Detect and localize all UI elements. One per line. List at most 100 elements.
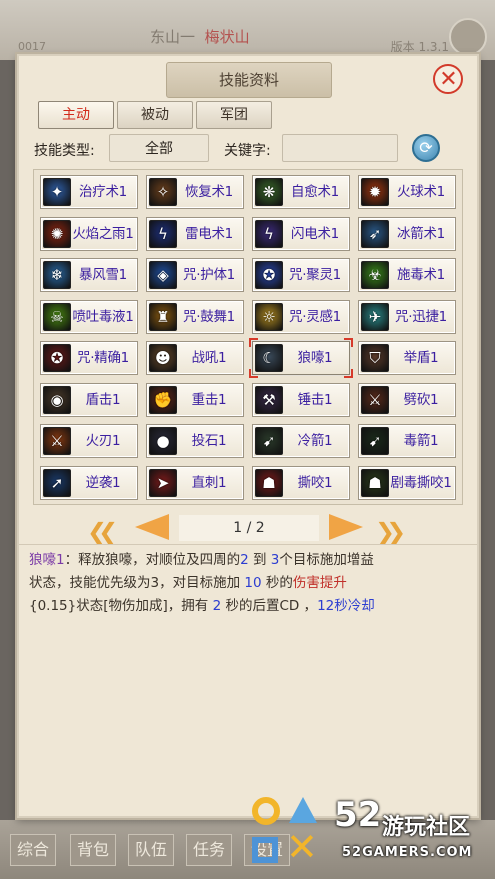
skill-cell[interactable]: ✺ 火焰之雨1 bbox=[40, 216, 138, 251]
shield-curse-icon: ◈ bbox=[149, 261, 177, 289]
version-text: 版本 1.3.1 bbox=[390, 40, 449, 54]
fire-rain-icon: ✺ bbox=[43, 219, 71, 248]
tab-legion-skills[interactable]: 军团 bbox=[196, 101, 272, 129]
fireball-icon: ✹ bbox=[361, 178, 389, 206]
skill-cell[interactable]: ϟ 闪电术1 bbox=[252, 216, 350, 251]
watermark-cross-icon: ✕ bbox=[286, 825, 318, 869]
skill-cell[interactable]: ☠ 喷吐毒液1 bbox=[40, 299, 138, 334]
skill-type-select[interactable]: 全部 bbox=[109, 134, 209, 162]
tab-active-skills[interactable]: 主动 bbox=[38, 101, 114, 129]
tab-passive-skills[interactable]: 被动 bbox=[117, 101, 193, 129]
desc-text: {0.15}状态[物伤加成]，拥有 bbox=[29, 598, 213, 614]
bottom-tab-overview[interactable]: 综合 bbox=[10, 834, 56, 866]
selection-corner bbox=[249, 369, 258, 378]
hammer-icon: ⚒ bbox=[255, 385, 283, 414]
ice-arrow-icon: ➶ bbox=[361, 219, 389, 248]
skill-cell[interactable]: ☼ 咒·灵感1 bbox=[252, 299, 350, 334]
skill-info-panel: 技能资料 ✕ 主动 被动 军团 技能类型: 全部 关键字: ⟳ ✦ 治疗术1 ✧ 恢复… bbox=[17, 54, 479, 818]
skill-cell[interactable]: ϟ 雷电术1 bbox=[146, 216, 244, 251]
toxic-bite-icon: ☗ bbox=[361, 468, 389, 497]
skill-cell[interactable]: ☾ 狼嚎1 bbox=[249, 338, 353, 378]
map-subname: 梅状山 bbox=[204, 28, 250, 46]
last-page-icon[interactable]: ❯❯ bbox=[375, 518, 406, 546]
skill-cell[interactable]: ✹ 火球术1 bbox=[358, 175, 456, 209]
skill-cell[interactable]: ✧ 恢复术1 bbox=[146, 175, 244, 209]
skill-cell[interactable]: ◉ 盾击1 bbox=[40, 382, 138, 417]
watermark-name: 游玩社区 bbox=[382, 815, 471, 840]
selection-corner bbox=[249, 338, 258, 347]
next-page-icon[interactable] bbox=[329, 514, 363, 540]
bottom-tab-bag[interactable]: 背包 bbox=[70, 834, 116, 866]
description-line-2: 状态，技能优先级为3，对目标施加 10 秒的伤害提升 bbox=[29, 572, 467, 595]
refresh-icon[interactable]: ⟳ bbox=[412, 134, 440, 162]
skill-cell[interactable]: ☗ 剧毒撕咬1 bbox=[358, 465, 456, 500]
skill-cell[interactable]: ✊ 重击1 bbox=[146, 382, 244, 417]
selection-corner bbox=[344, 369, 353, 378]
desc-effect: 伤害提升 bbox=[292, 575, 347, 591]
skill-cell[interactable]: ⚔ 劈砍1 bbox=[358, 382, 456, 417]
skill-cell[interactable]: ⚔ 火刃1 bbox=[40, 424, 138, 458]
bottom-tab-quest[interactable]: 任务 bbox=[186, 834, 232, 866]
desc-value: 2 bbox=[212, 598, 222, 614]
skill-cell[interactable]: ✈ 咒·迅捷1 bbox=[358, 299, 456, 334]
inspiration-icon: ☼ bbox=[255, 302, 283, 331]
watermark-circle-icon bbox=[252, 797, 280, 825]
skill-cell[interactable]: ☗ 撕咬1 bbox=[252, 465, 350, 500]
watermark-site: 52GAMERS.COM bbox=[342, 845, 473, 860]
desc-value: 2 bbox=[240, 552, 249, 568]
bottom-tab-team[interactable]: 队伍 bbox=[128, 834, 174, 866]
skill-cell[interactable]: ☻ 战吼1 bbox=[146, 341, 244, 375]
skill-cell[interactable]: ♜ 咒·鼓舞1 bbox=[146, 299, 244, 334]
skill-name: 暴风雪1 bbox=[79, 267, 127, 283]
first-page-icon[interactable]: ❮❮ bbox=[87, 518, 118, 546]
skill-cell[interactable]: ⛉ 举盾1 bbox=[358, 341, 456, 375]
skill-name: 举盾1 bbox=[403, 350, 439, 366]
desc-text: 状态，技能优先级为3，对目标施加 bbox=[29, 575, 245, 591]
skill-cell[interactable]: ● 投石1 bbox=[146, 424, 244, 458]
prev-page-icon[interactable] bbox=[135, 514, 169, 540]
skill-name: 咒·护体1 bbox=[183, 267, 235, 283]
keyword-label: 关键字: bbox=[224, 143, 271, 159]
skill-name: 喷吐毒液1 bbox=[72, 308, 134, 325]
skill-name: 雷电术1 bbox=[185, 225, 233, 242]
keyword-input[interactable] bbox=[282, 134, 398, 162]
skill-grid: ✦ 治疗术1 ✧ 恢复术1 ❋ 自愈术1 ✹ 火球术1 ✺ 火焰之雨1 ϟ 雷电术1 ϟ 闪电术1 ➶ 冰箭术… bbox=[33, 169, 463, 505]
skill-cell[interactable]: ✪ 咒·聚灵1 bbox=[252, 258, 350, 292]
skill-description: 狼嚎1：释放狼嚎，对顺位及四周的2 到 3个目标施加增益 状态，技能优先级为3，… bbox=[19, 544, 477, 816]
desc-skill-name: 狼嚎1 bbox=[29, 552, 65, 568]
blizzard-icon: ❄ bbox=[43, 261, 71, 289]
skill-cell[interactable]: ➹ 冷箭1 bbox=[252, 424, 350, 458]
throw-stone-icon: ● bbox=[149, 427, 177, 455]
skill-cell[interactable]: ❋ 自愈术1 bbox=[252, 175, 350, 209]
skill-cell[interactable]: ✪ 咒·精确1 bbox=[40, 341, 138, 375]
skill-cell[interactable]: ❄ 暴风雪1 bbox=[40, 258, 138, 292]
skill-cell[interactable]: ➤ 直刺1 bbox=[146, 465, 244, 500]
game-top-bar: 0017 东山一 梅状山 版本 1.3.1 bbox=[0, 0, 495, 60]
restore-icon: ✧ bbox=[149, 178, 177, 206]
raise-shield-icon: ⛉ bbox=[361, 344, 389, 372]
desc-text: 秒的后置CD ， bbox=[221, 598, 318, 614]
desc-text: 秒的 bbox=[261, 575, 293, 591]
menu-orb-icon[interactable] bbox=[449, 18, 487, 56]
skill-cell[interactable]: ➹ 毒箭1 bbox=[358, 424, 456, 458]
self-heal-icon: ❋ bbox=[255, 178, 283, 206]
skill-cell[interactable]: ➶ 冰箭术1 bbox=[358, 216, 456, 251]
skill-cell[interactable]: ✦ 治疗术1 bbox=[40, 175, 138, 209]
cold-arrow-icon: ➹ bbox=[255, 427, 283, 455]
close-icon[interactable]: ✕ bbox=[433, 64, 463, 94]
desc-text: ：释放狼嚎，对顺位及四周的 bbox=[64, 552, 241, 568]
inspire-icon: ♜ bbox=[149, 302, 177, 331]
skill-cell[interactable]: ◈ 咒·护体1 bbox=[146, 258, 244, 292]
skill-name: 施毒术1 bbox=[397, 267, 445, 283]
skill-name: 战吼1 bbox=[191, 350, 227, 366]
map-location: 东山一 梅状山 bbox=[150, 26, 250, 47]
skill-cell[interactable]: ☣ 施毒术1 bbox=[358, 258, 456, 292]
skill-cell[interactable]: ⚒ 锤击1 bbox=[252, 382, 350, 417]
skill-name: 盾击1 bbox=[85, 391, 121, 408]
watermark-triangle-icon bbox=[289, 797, 317, 823]
thrust-icon: ➤ bbox=[149, 468, 177, 497]
skill-type-label: 技能类型: bbox=[34, 143, 95, 159]
venom-spit-icon: ☠ bbox=[43, 302, 71, 331]
skill-cell[interactable]: ➚ 逆袭1 bbox=[40, 465, 138, 500]
heavy-strike-icon: ✊ bbox=[149, 385, 177, 414]
